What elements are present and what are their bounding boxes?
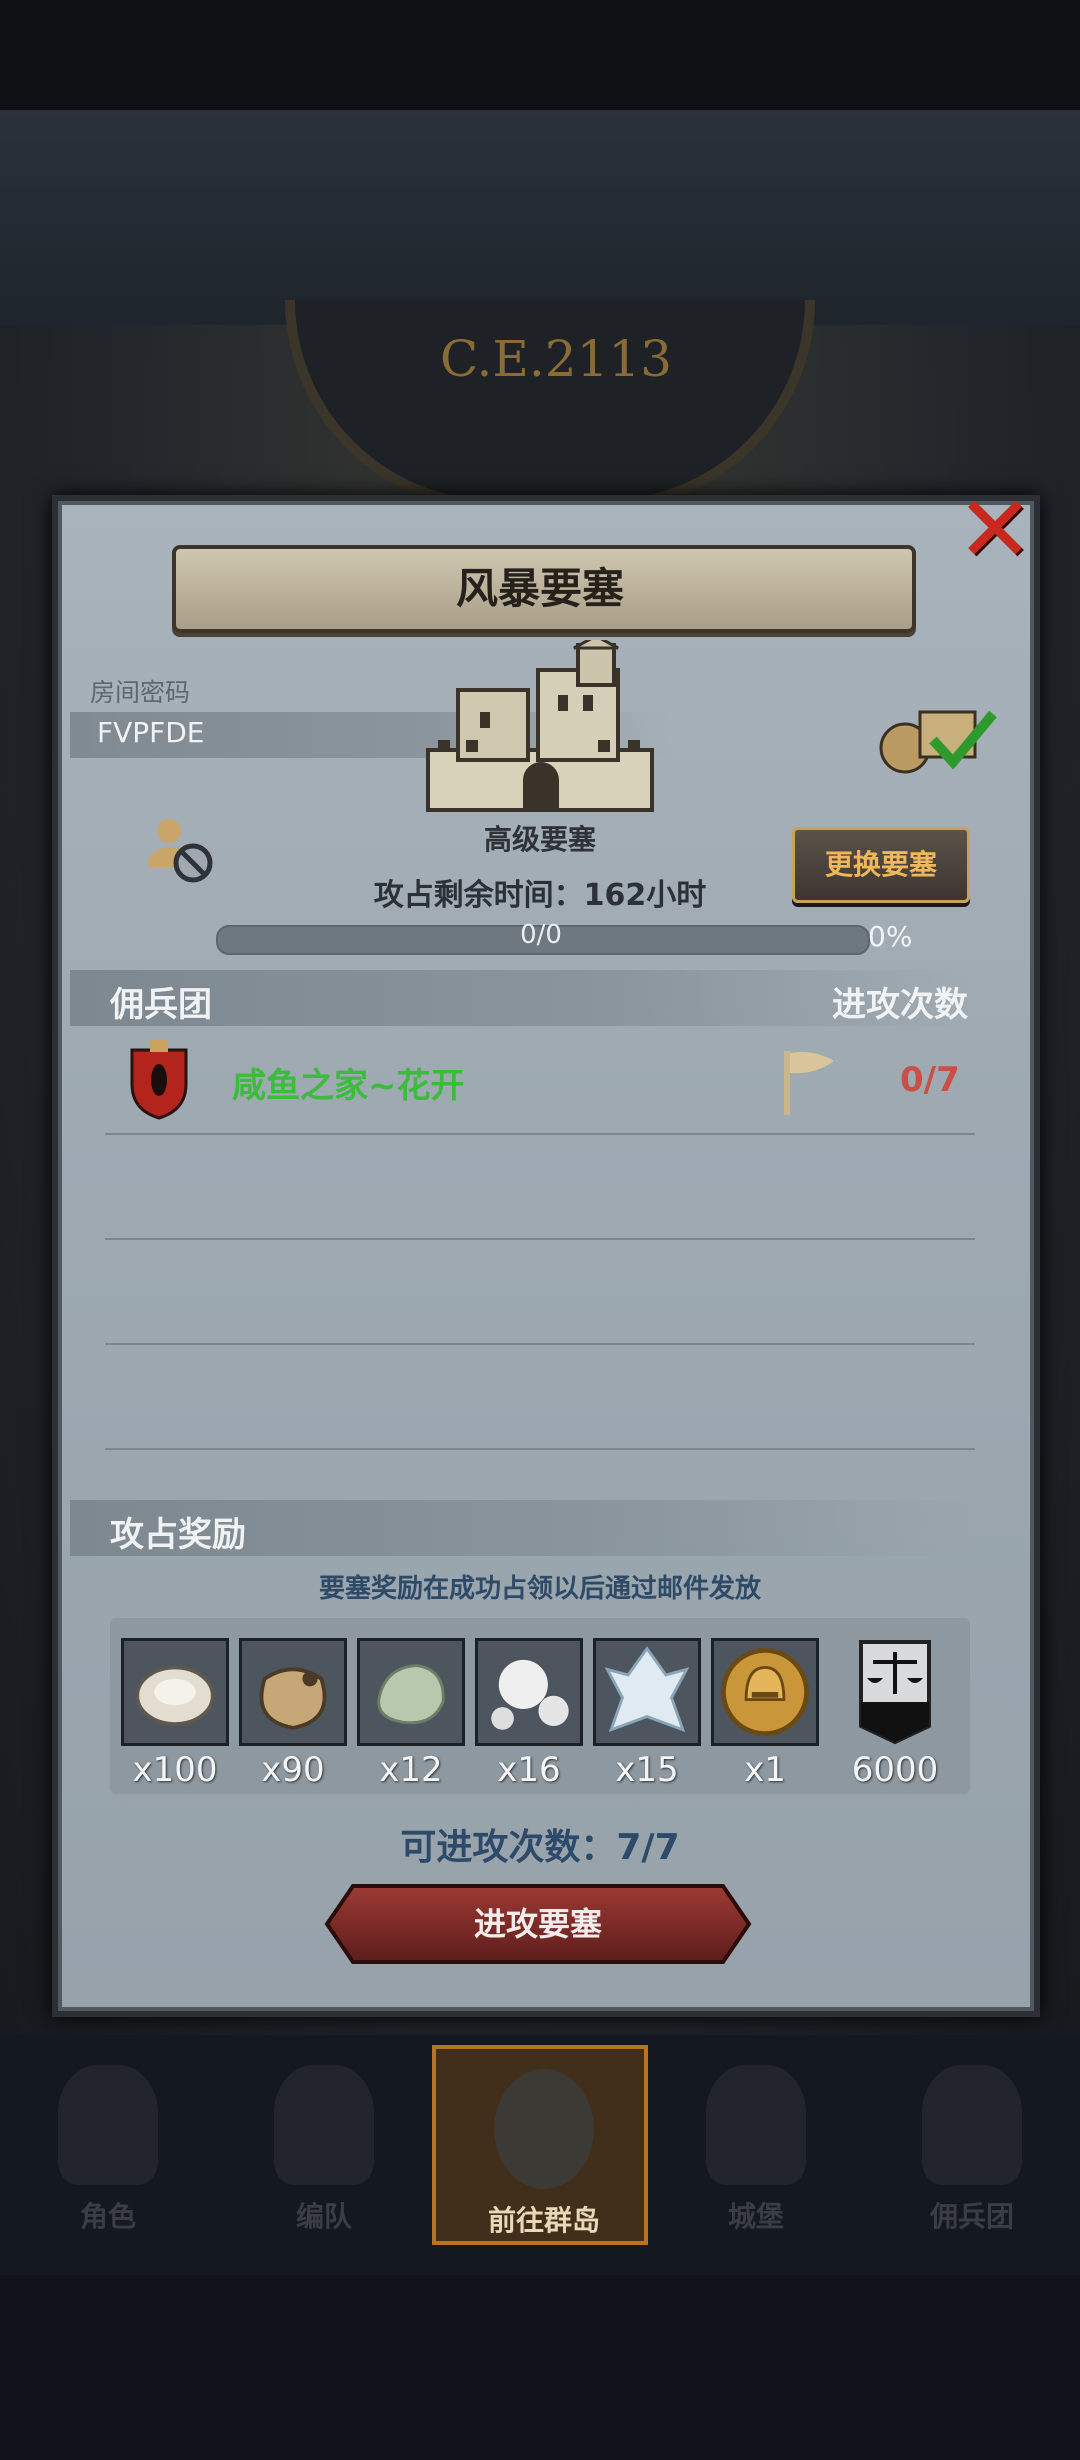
- pearls-icon[interactable]: [475, 1638, 583, 1746]
- mercenary-header: 佣兵团: [110, 985, 212, 1025]
- nav-item-character[interactable]: 角色: [0, 2045, 216, 2245]
- formation-icon: [274, 2065, 374, 2185]
- background-year-text: C.E.2113: [440, 330, 673, 388]
- reward-count: 6000: [851, 1750, 939, 1790]
- reward-header: 攻占奖励: [110, 1515, 246, 1555]
- close-icon[interactable]: ✕: [955, 484, 1035, 576]
- reward-note: 要塞奖励在成功占领以后通过邮件发放: [318, 1574, 761, 1604]
- change-fortress-button[interactable]: 更换要塞: [792, 827, 970, 903]
- room-password-value: FVPFDE: [97, 716, 205, 749]
- flag-icon: [784, 1051, 834, 1115]
- row-divider: [105, 1238, 975, 1240]
- reward-count: x1: [744, 1750, 786, 1790]
- background-band: [0, 110, 1080, 325]
- capture-progress-percent: 0%: [868, 920, 913, 953]
- nav-item-castle[interactable]: 城堡: [648, 2045, 864, 2245]
- nav-label: 编队: [295, 2200, 352, 2233]
- reward-count: x16: [497, 1750, 561, 1790]
- oyster-icon[interactable]: [121, 1638, 229, 1746]
- capture-progress-text: 0/0: [520, 920, 562, 950]
- nav-label: 城堡: [727, 2200, 784, 2233]
- row-divider: [105, 1133, 975, 1135]
- islands-icon: [494, 2069, 594, 2189]
- bottom-band: [0, 2275, 1080, 2460]
- top-status-band: [0, 0, 1080, 110]
- reward-count: x90: [261, 1750, 325, 1790]
- crystal-icon[interactable]: [593, 1638, 701, 1746]
- jade-stone-icon[interactable]: [357, 1638, 465, 1746]
- reward-count: x15: [615, 1750, 679, 1790]
- nav-item-islands[interactable]: 前往群岛: [432, 2045, 648, 2245]
- nav-item-formation[interactable]: 编队: [216, 2045, 432, 2245]
- nav-label: 角色: [79, 2200, 136, 2233]
- user-ban-icon[interactable]: [145, 815, 215, 885]
- reward-count: x100: [132, 1750, 218, 1790]
- castle-icon: [706, 2065, 806, 2185]
- knight-icon: [58, 2065, 158, 2185]
- row-divider: [105, 1448, 975, 1450]
- guild-shield-icon: [130, 1040, 188, 1120]
- nav-item-mercenary[interactable]: 佣兵团: [864, 2045, 1080, 2245]
- time-left-text: 攻占剩余时间：162小时: [373, 878, 707, 913]
- mercenary-icon: [922, 2065, 1022, 2185]
- guild-attack-count: 0/7: [900, 1060, 960, 1100]
- row-divider: [105, 1343, 975, 1345]
- nav-label: 前往群岛: [487, 2204, 600, 2237]
- attack-fortress-button[interactable]: 进攻要塞: [323, 1882, 753, 1966]
- room-password-label: 房间密码: [90, 678, 191, 707]
- fortress-type-label: 高级要塞: [483, 823, 596, 856]
- reward-count: x12: [379, 1750, 443, 1790]
- reward-claimed-icon[interactable]: [875, 700, 1000, 775]
- dialog-title: 风暴要塞: [455, 564, 624, 613]
- guild-name[interactable]: 咸鱼之家~花开: [232, 1058, 465, 1107]
- pouch-icon[interactable]: [239, 1638, 347, 1746]
- attack-count-header: 进攻次数: [832, 985, 968, 1025]
- available-attacks-text: 可进攻次数：7/7: [400, 1827, 680, 1868]
- gold-helmet-coin-icon[interactable]: [711, 1638, 819, 1746]
- scales-banner-icon[interactable]: [855, 1638, 935, 1746]
- nav-label: 佣兵团: [929, 2200, 1014, 2233]
- fortress-castle-icon: [426, 640, 654, 812]
